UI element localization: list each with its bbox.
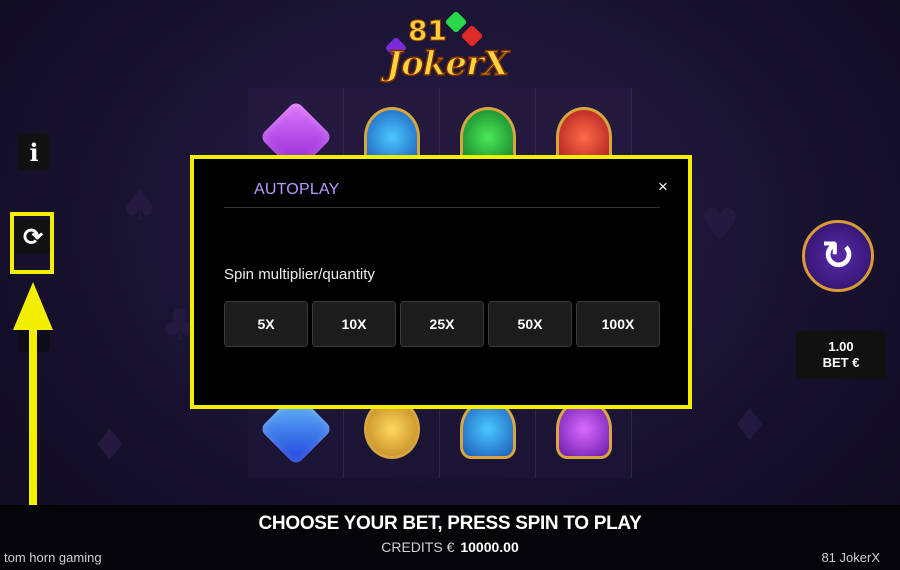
- spin-icon: ↻: [821, 233, 855, 279]
- pointer-arrow-icon: [13, 282, 53, 330]
- credits-display: CREDITS € 10000.00: [0, 539, 900, 555]
- brand-label: tom horn gaming: [4, 550, 102, 565]
- suit-diamond-decor: ♦: [90, 420, 130, 471]
- play-prompt: CHOOSE YOUR BET, PRESS SPIN TO PLAY: [258, 513, 642, 534]
- game-name-label: 81 JokerX: [821, 550, 880, 565]
- multiplier-100x-button[interactable]: 100X: [576, 301, 660, 347]
- multiplier-10x-button[interactable]: 10X: [312, 301, 396, 347]
- close-icon[interactable]: ×: [658, 177, 668, 197]
- suit-spade-decor: ♠: [120, 180, 160, 231]
- multiplier-5x-button[interactable]: 5X: [224, 301, 308, 347]
- credits-value: 10000.00: [460, 539, 519, 555]
- multiplier-options: 5X 10X 25X 50X 100X: [224, 301, 660, 347]
- gem-icon: [444, 10, 468, 34]
- suit-heart-decor: ♥: [700, 200, 740, 251]
- spin-button[interactable]: ↻: [802, 220, 874, 292]
- spin-multiplier-label: Spin multiplier/quantity: [224, 266, 375, 283]
- multiplier-25x-button[interactable]: 25X: [400, 301, 484, 347]
- bet-label: BET €: [822, 355, 860, 370]
- bet-value: 1.00: [828, 339, 854, 354]
- autoplay-button[interactable]: ⟳: [16, 220, 50, 254]
- info-icon: i: [29, 137, 39, 167]
- multiplier-50x-button[interactable]: 50X: [488, 301, 572, 347]
- dialog-title: AUTOPLAY: [254, 181, 340, 198]
- divider: [224, 207, 660, 208]
- bet-button[interactable]: 1.00 BET €: [796, 331, 886, 379]
- logo-name: JokerX: [385, 43, 510, 85]
- suit-diamond-decor: ♦: [730, 400, 770, 451]
- logo-number: 81: [408, 14, 448, 48]
- game-logo: 81 JokerX: [380, 8, 510, 88]
- credits-label: CREDITS €: [381, 539, 455, 555]
- autoplay-icon: ⟳: [22, 223, 44, 251]
- info-button[interactable]: i: [18, 134, 50, 170]
- autoplay-dialog: AUTOPLAY × Spin multiplier/quantity 5X 1…: [190, 155, 692, 409]
